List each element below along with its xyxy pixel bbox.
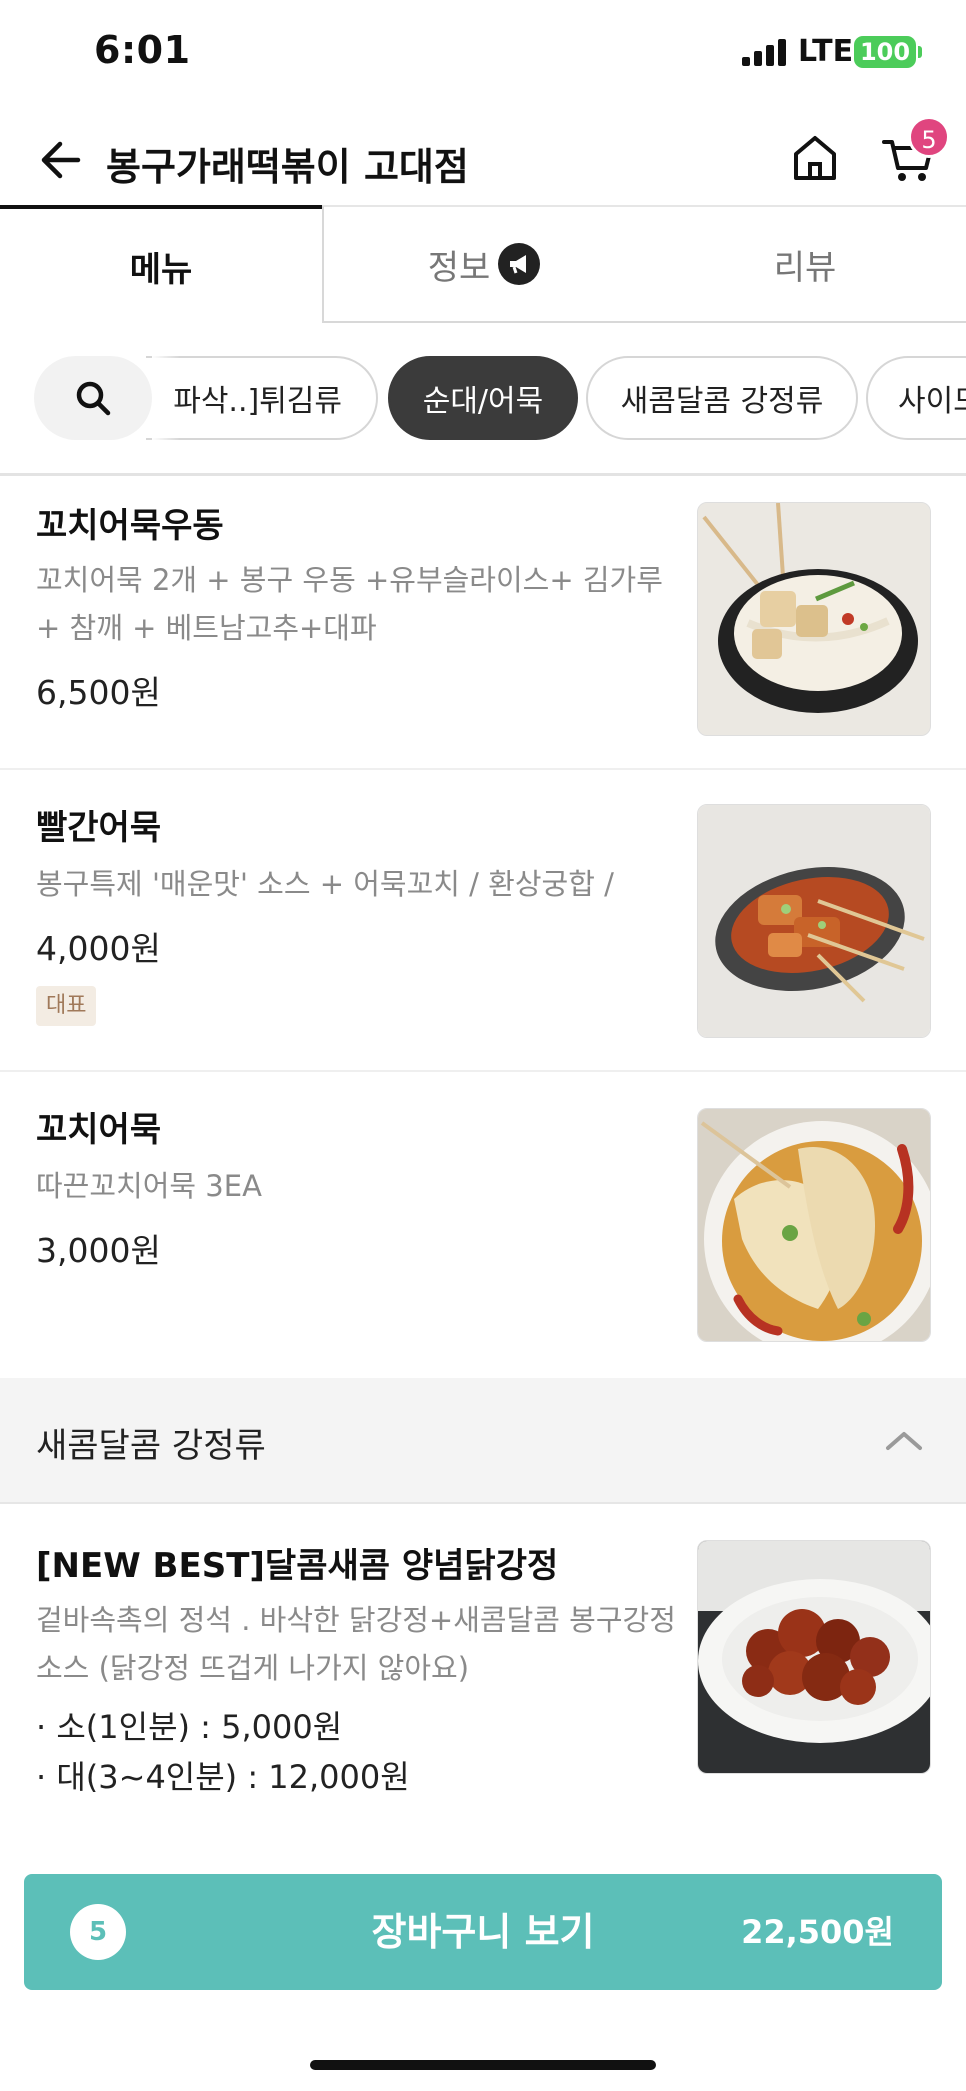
page-title: 봉구가래떡볶이 고대점 — [106, 145, 469, 189]
battery-icon: 100 — [854, 36, 922, 68]
menu-item-price: 3,000원 — [36, 1231, 161, 1270]
menu-item-photo — [697, 804, 931, 1038]
chip-label: 새콤달콤 강정류 — [620, 384, 824, 419]
chip-label: 순대/어묵 — [422, 384, 544, 419]
menu-item-desc: 따끈꼬치어묵 3EA — [36, 1169, 262, 1203]
menu-item[interactable]: 꼬치어묵 따끈꼬치어묵 3EA 3,000원 — [0, 1072, 966, 1378]
status-bar: 6:01 LTE 100 — [0, 0, 966, 100]
tab-review[interactable]: 리뷰 — [644, 205, 966, 323]
menu-item-photo — [697, 1108, 931, 1342]
category-chip-bar[interactable]: 파삭..]튀김류 순대/어묵 새콤달콤 강정류 사이드 — [0, 350, 966, 450]
arrow-left-icon — [41, 141, 81, 179]
home-button[interactable] — [790, 130, 840, 186]
signature-badge: 대표 — [36, 986, 97, 1026]
store-header: 봉구가래떡볶이 고대점 — [0, 120, 966, 200]
menu-item-price: 6,500원 — [36, 673, 161, 712]
menu-item-option: · 대(3~4인분) : 12,000원 — [36, 1758, 410, 1796]
tab-info[interactable]: 정보 — [322, 205, 644, 323]
section-title: 새콤달콤 강정류 — [36, 1426, 266, 1466]
category-chip[interactable]: 새콤달콤 강정류 — [586, 356, 858, 440]
menu-item-photo — [697, 502, 931, 736]
menu-item-desc: 겉바속촉의 정석 . 바삭한 닭강정+새콤달콤 봉구강정소스 (닭강정 뜨겁게 … — [36, 1603, 676, 1685]
megaphone-icon — [498, 243, 541, 285]
chip-label: 파삭..]튀김류 — [173, 384, 342, 419]
network-label: LTE — [798, 34, 854, 69]
status-time: 6:01 — [94, 28, 191, 72]
section-header[interactable]: 새콤달콤 강정류 — [0, 1378, 966, 1504]
store-tabs: 메뉴 정보 리뷰 — [0, 205, 966, 323]
menu-item-photo — [697, 1540, 931, 1774]
chip-label: 사이드 — [898, 384, 966, 419]
home-indicator — [310, 2060, 656, 2070]
tab-label: 정보 — [427, 247, 491, 288]
cart-count-badge: 5 — [908, 116, 950, 158]
tab-menu[interactable]: 메뉴 — [0, 205, 322, 323]
menu-item-desc: 꼬치어묵 2개 + 봉구 우동 +유부슬라이스+ 김가루 + 참깨 + 베트남고… — [36, 563, 663, 645]
view-cart-button[interactable]: 장바구니 보기 5 22,500원 — [24, 1874, 942, 1990]
signal-icon — [742, 38, 790, 66]
chevron-up-icon — [886, 1432, 922, 1450]
category-chip[interactable]: 사이드 — [866, 356, 966, 440]
menu-item-price: 4,000원 — [36, 929, 161, 968]
cart-bar-count: 5 — [70, 1904, 126, 1960]
search-icon — [76, 381, 111, 416]
home-icon — [794, 136, 836, 180]
menu-item-name: [NEW BEST]달콤새콤 양념닭강정 — [36, 1546, 559, 1586]
menu-item-name: 꼬치어묵 — [36, 1110, 162, 1150]
menu-item-name: 빨간어묵 — [36, 808, 162, 848]
category-chip-active[interactable]: 순대/어묵 — [388, 356, 578, 440]
tab-label: 메뉴 — [129, 249, 193, 290]
category-chip[interactable]: 파삭..]튀김류 — [146, 356, 378, 440]
menu-search-button[interactable] — [34, 356, 152, 440]
menu-item[interactable]: 꼬치어묵우동 꼬치어묵 2개 + 봉구 우동 +유부슬라이스+ 김가루 + 참깨… — [0, 476, 966, 768]
menu-item-option: · 소(1인분) : 5,000원 — [36, 1708, 343, 1746]
tab-label: 리뷰 — [773, 247, 837, 288]
back-button[interactable] — [32, 134, 88, 186]
collapse-button[interactable] — [880, 1420, 928, 1460]
menu-item[interactable]: [NEW BEST]달콤새콤 양념닭강정 겉바속촉의 정석 . 바삭한 닭강정+… — [0, 1506, 966, 1842]
menu-item-desc: 봉구특제 '매운맛' 소스 + 어묵꼬치 / 환상궁합 / — [36, 867, 614, 901]
cart-bar-total: 22,500원 — [741, 1913, 894, 1951]
menu-item[interactable]: 빨간어묵 봉구특제 '매운맛' 소스 + 어묵꼬치 / 환상궁합 / 4,000… — [0, 770, 966, 1070]
chip-fade — [152, 356, 180, 440]
menu-item-name: 꼬치어묵우동 — [36, 506, 224, 546]
